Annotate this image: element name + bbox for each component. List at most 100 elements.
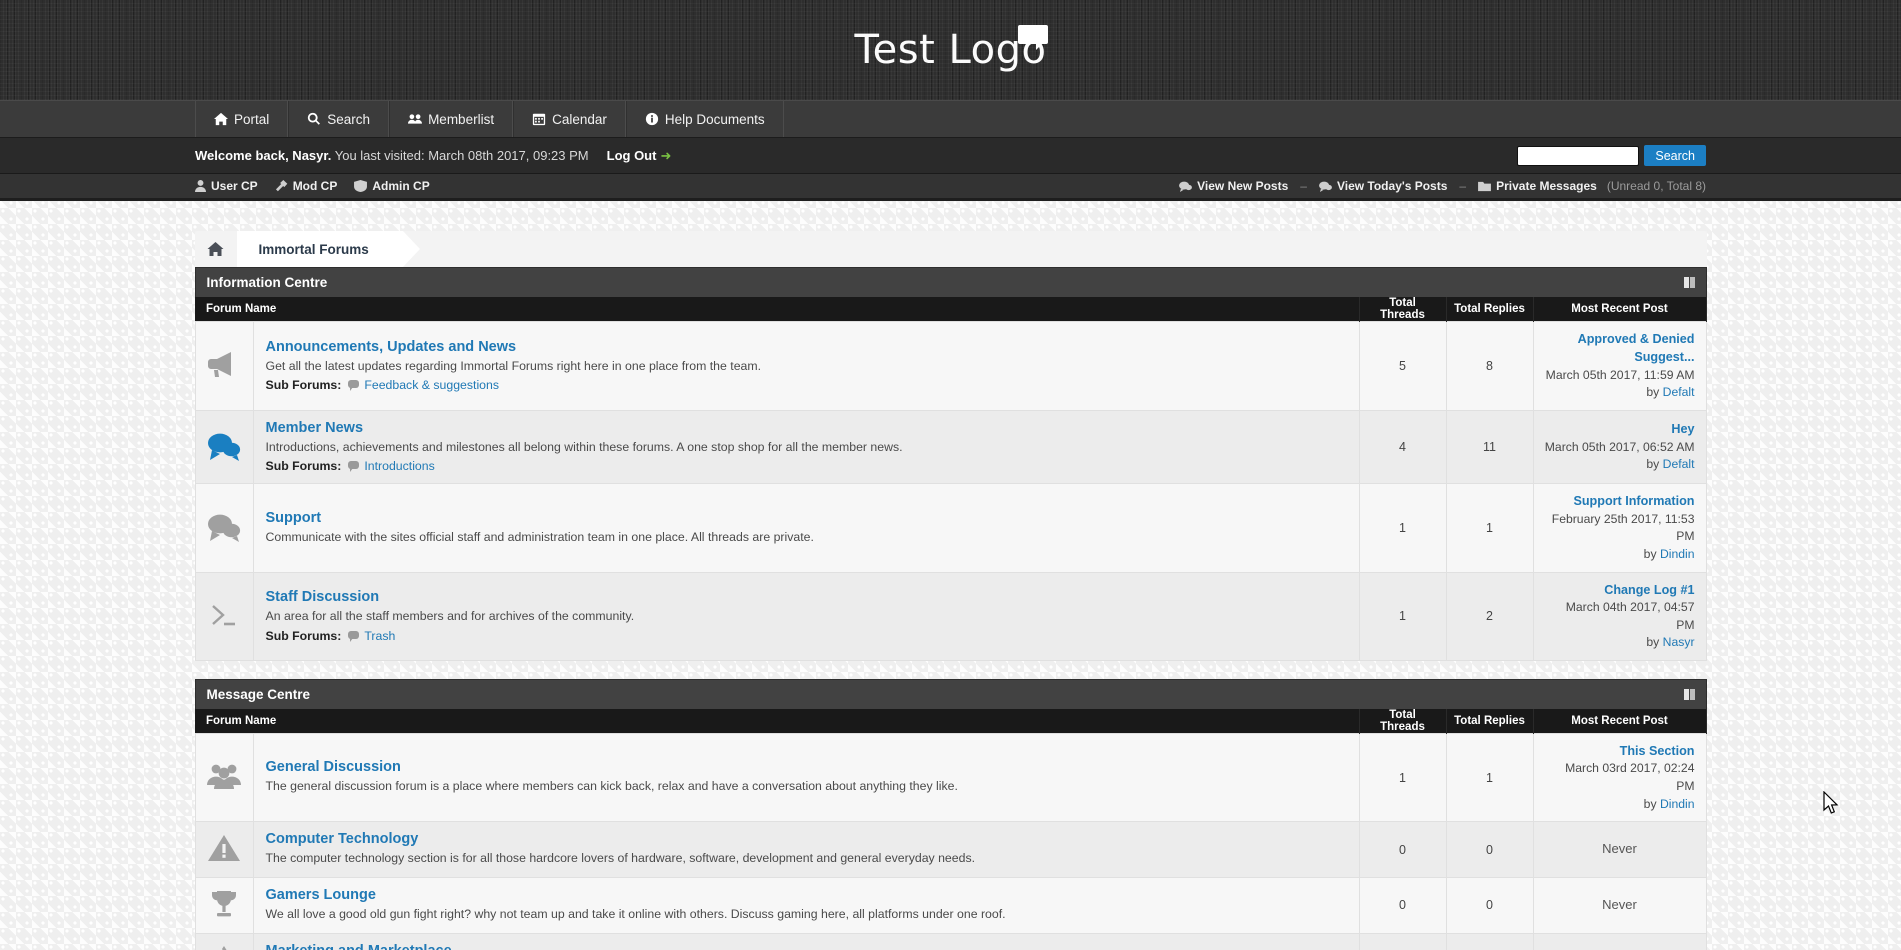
- nav-item-memberlist[interactable]: Memberlist: [389, 101, 513, 137]
- recent-post-title[interactable]: Hey: [1545, 420, 1695, 438]
- most-recent-post-cell: HeyMarch 05th 2017, 06:52 AMby Defalt: [1533, 410, 1706, 484]
- forum-row[interactable]: General DiscussionThe general discussion…: [195, 734, 1706, 822]
- col-total-threads: Total Threads: [1359, 709, 1446, 734]
- forum-row[interactable]: Computer Technology The computer technolo…: [195, 822, 1706, 878]
- recent-post-author-link[interactable]: Dindin: [1660, 547, 1695, 561]
- terminal-icon: [207, 619, 241, 633]
- forum-info-cell: Member NewsIntroductions, achievements a…: [253, 410, 1359, 484]
- admincp-link[interactable]: Admin CP: [354, 179, 429, 193]
- welcome-greeting: Welcome back, Nasyr. You last visited: M…: [195, 148, 589, 163]
- nav-item-portal[interactable]: Portal: [195, 101, 288, 137]
- recent-post-title[interactable]: Support Information: [1545, 492, 1695, 510]
- recent-post-author-link[interactable]: Nasyr: [1663, 635, 1695, 649]
- forum-name-link[interactable]: Gamers Lounge: [266, 887, 376, 903]
- forum-description: We all love a good old gun fight right? …: [266, 906, 1347, 923]
- comment-icon: [1319, 181, 1332, 192]
- recent-post-author-link[interactable]: Defalt: [1663, 385, 1695, 399]
- logout-link[interactable]: Log Out: [607, 148, 657, 163]
- forum-description: The computer technology section is for a…: [266, 850, 1347, 867]
- forum-table: Forum NameTotal ThreadsTotal RepliesMost…: [195, 297, 1707, 661]
- recent-post-author-link[interactable]: Dindin: [1660, 797, 1695, 811]
- megaphone-icon: [207, 368, 241, 382]
- forum-row[interactable]: Member NewsIntroductions, achievements a…: [195, 410, 1706, 484]
- forum-name-link[interactable]: General Discussion: [266, 759, 401, 775]
- nav-item-search[interactable]: Search: [288, 101, 389, 137]
- total-replies-cell: 8: [1446, 322, 1533, 411]
- quick-links: View New Posts – View Today's Posts – Pr…: [1179, 179, 1706, 193]
- forum-name-link[interactable]: Member News: [266, 420, 364, 436]
- sub-forums: Sub Forums:Introductions: [266, 459, 1347, 473]
- comments-icon: [207, 450, 241, 464]
- welcome-greeting-text: Welcome back, Nasyr.: [195, 148, 331, 163]
- forum-section: Message CentreForum NameTotal ThreadsTot…: [195, 679, 1707, 950]
- sub-forum-link[interactable]: Feedback & suggestions: [364, 378, 499, 392]
- forum-info-cell: Marketing and MarketplaceEverybody loves…: [253, 933, 1359, 950]
- search-button[interactable]: Search: [1644, 145, 1706, 166]
- recent-post-author: by Defalt: [1545, 384, 1695, 402]
- forum-name-link[interactable]: Announcements, Updates and News: [266, 339, 517, 355]
- total-replies-cell: 0: [1446, 933, 1533, 950]
- total-replies-cell: 1: [1446, 734, 1533, 822]
- forum-info-cell: Announcements, Updates and NewsGet all t…: [253, 322, 1359, 411]
- forum-name-link[interactable]: Staff Discussion: [266, 589, 380, 605]
- private-messages-link[interactable]: Private Messages: [1478, 179, 1597, 193]
- comment-icon: [1179, 181, 1192, 192]
- forum-row[interactable]: Marketing and MarketplaceEverybody loves…: [195, 933, 1706, 950]
- never-label: Never: [1545, 896, 1695, 915]
- most-recent-post-cell: Never: [1533, 878, 1706, 934]
- forum-sections: Information CentreForum NameTotal Thread…: [195, 267, 1707, 950]
- section-header: Information Centre: [195, 267, 1707, 297]
- forum-name-link[interactable]: Marketing and Marketplace: [266, 943, 452, 950]
- forum-row[interactable]: Gamers Lounge We all love a good old gun …: [195, 878, 1706, 934]
- view-todays-posts-link[interactable]: View Today's Posts: [1319, 179, 1447, 193]
- modcp-link[interactable]: Mod CP: [275, 179, 338, 193]
- recent-post-title[interactable]: Change Log #1: [1545, 581, 1695, 599]
- usercp-link[interactable]: User CP: [195, 179, 258, 193]
- nav-label: Memberlist: [428, 112, 494, 127]
- breadcrumb-home-button[interactable]: [195, 231, 237, 267]
- breadcrumb: Immortal Forums: [195, 231, 1707, 267]
- collapse-toggle-icon[interactable]: [1684, 277, 1695, 288]
- breadcrumb-tab-immortal-forums[interactable]: Immortal Forums: [237, 231, 403, 267]
- search-input[interactable]: [1517, 146, 1639, 166]
- forum-row[interactable]: Announcements, Updates and NewsGet all t…: [195, 322, 1706, 411]
- warning-icon: [207, 852, 241, 866]
- col-total-replies: Total Replies: [1446, 709, 1533, 734]
- most-recent-post-cell: Never: [1533, 933, 1706, 950]
- collapse-toggle-icon[interactable]: [1684, 689, 1695, 700]
- forum-icon-cell: [195, 484, 253, 572]
- forum-row[interactable]: SupportCommunicate with the sites offici…: [195, 484, 1706, 572]
- forum-name-link[interactable]: Support: [266, 510, 322, 526]
- nav-label: Search: [327, 112, 370, 127]
- sub-forum-link[interactable]: Introductions: [364, 459, 434, 473]
- total-threads-cell: 0: [1359, 933, 1446, 950]
- forum-icon-cell: [195, 734, 253, 822]
- recent-post-title[interactable]: This Section: [1545, 742, 1695, 760]
- breadcrumb-tab-label: Immortal Forums: [259, 242, 369, 257]
- total-threads-cell: 1: [1359, 572, 1446, 660]
- calendar-icon: [532, 112, 546, 126]
- recent-post-date: March 04th 2017, 04:57 PM: [1545, 599, 1695, 634]
- recent-post-date: February 25th 2017, 11:53 PM: [1545, 511, 1695, 546]
- total-threads-cell: 0: [1359, 878, 1446, 934]
- total-replies-cell: 2: [1446, 572, 1533, 660]
- site-header: Test Logo: [0, 0, 1901, 100]
- recent-post-date: March 05th 2017, 11:59 AM: [1545, 367, 1695, 385]
- total-threads-cell: 4: [1359, 410, 1446, 484]
- site-logo[interactable]: Test Logo: [855, 30, 1047, 70]
- forum-row[interactable]: Staff DiscussionAn area for all the staf…: [195, 572, 1706, 660]
- hammer-icon: [275, 180, 288, 192]
- recent-post-title[interactable]: Approved & Denied Suggest...: [1545, 330, 1695, 367]
- sub-forum-link[interactable]: Trash: [364, 629, 395, 643]
- total-threads-cell: 5: [1359, 322, 1446, 411]
- nav-item-calendar[interactable]: Calendar: [513, 101, 626, 137]
- recent-post-author-link[interactable]: Defalt: [1663, 457, 1695, 471]
- view-new-posts-link[interactable]: View New Posts: [1179, 179, 1288, 193]
- welcome-bar: Welcome back, Nasyr. You last visited: M…: [0, 138, 1901, 174]
- recent-post-date: March 03rd 2017, 02:24 PM: [1545, 760, 1695, 795]
- forum-name-link[interactable]: Computer Technology: [266, 831, 419, 847]
- forum-info-cell: Staff DiscussionAn area for all the staf…: [253, 572, 1359, 660]
- comment-bubble-icon: [348, 380, 359, 388]
- nav-item-help-documents[interactable]: Help Documents: [626, 101, 784, 137]
- forum-icon-cell: [195, 878, 253, 934]
